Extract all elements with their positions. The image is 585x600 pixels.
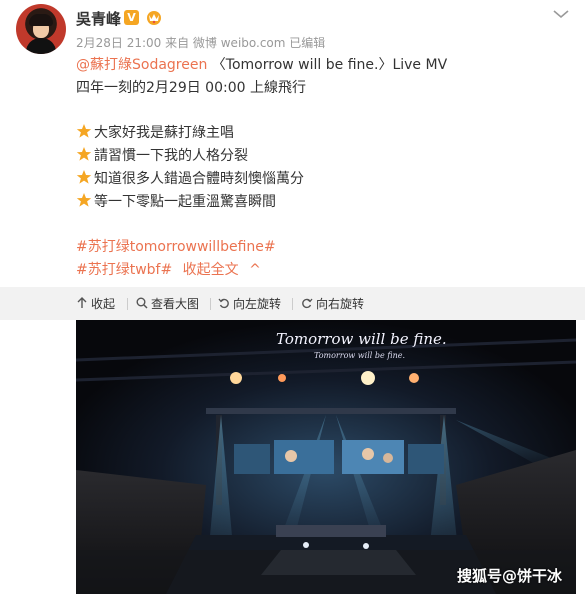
neon-sign-line2: Tomorrow will be fine. (314, 351, 405, 360)
toolbar-divider (292, 298, 293, 310)
hashtag-link[interactable]: #苏打绿tomorrowwillbefine# (76, 239, 276, 255)
rotate-right-label: 向右旋转 (316, 297, 365, 311)
star-icon (76, 193, 92, 207)
collapse-label: 收起 (91, 297, 116, 311)
rotate-left-label: 向左旋转 (233, 297, 282, 311)
star-icon (76, 124, 92, 138)
watermark: 搜狐号@饼干冰 (456, 567, 562, 585)
rotate-left-button[interactable]: 向左旋转 (218, 295, 281, 312)
star-line: 知道很多人錯過合體時刻懊惱萬分 (76, 168, 576, 191)
title-text: 〈Tomorrow will be fine.〉Live MV (207, 57, 448, 73)
collapse-button[interactable]: 收起 (76, 295, 115, 312)
star-line-text: 請習慣一下我的人格分裂 (94, 148, 248, 164)
star-line-text: 知道很多人錯過合體時刻懊惱萬分 (94, 171, 304, 187)
collapse-arrow-icon[interactable]: ^ (249, 262, 261, 278)
rotate-right-icon (302, 298, 313, 309)
hashtag-link[interactable]: #苏打绿twbf# (76, 262, 172, 278)
star-icon (76, 147, 92, 161)
star-line: 請習慣一下我的人格分裂 (76, 145, 576, 168)
hashtag-line: #苏打绿tomorrowwillbefine# (76, 236, 576, 259)
mention-link[interactable]: @蘇打綠Sodagreen (76, 57, 207, 73)
toolbar-divider (127, 298, 128, 310)
collapse-icon (77, 297, 87, 308)
toolbar-divider (210, 298, 211, 310)
neon-sign-line1: Tomorrow will be fine. (276, 330, 447, 348)
post-header: 吳青峰 V 2月28日 21:00 来自 微博 weibo.com 已编辑 (0, 0, 585, 58)
title-line: @蘇打綠Sodagreen 〈Tomorrow will be fine.〉Li… (76, 54, 576, 77)
avatar[interactable] (16, 4, 66, 54)
star-line: 大家好我是蘇打綠主唱 (76, 122, 576, 145)
collapse-text-link[interactable]: 收起全文 (183, 262, 239, 278)
concert-photo[interactable]: Tomorrow will be fine. Tomorrow will be … (76, 320, 576, 594)
star-line-text: 大家好我是蘇打綠主唱 (94, 125, 234, 141)
verified-badge-icon: V (124, 10, 139, 25)
concert-scene: Tomorrow will be fine. Tomorrow will be … (76, 320, 576, 594)
hashtag-line: #苏打绿twbf# 收起全文 ^ (76, 259, 576, 282)
release-line: 四年一刻的2月29日 00:00 上線飛行 (76, 80, 306, 96)
post-meta: 2月28日 21:00 来自 微博 weibo.com 已编辑 (76, 36, 326, 50)
rotate-right-button[interactable]: 向右旋转 (301, 295, 364, 312)
rotate-left-icon (218, 298, 229, 309)
star-line-text: 等一下零點一起重溫驚喜瞬間 (94, 194, 276, 210)
post-content: @蘇打綠Sodagreen 〈Tomorrow will be fine.〉Li… (76, 54, 576, 282)
star-line: 等一下零點一起重溫驚喜瞬間 (76, 191, 576, 214)
view-large-label: 查看大图 (151, 297, 200, 311)
magnify-icon (136, 297, 148, 309)
view-large-button[interactable]: 查看大图 (136, 295, 199, 312)
author-name[interactable]: 吳青峰 (76, 8, 121, 29)
crown-icon (147, 11, 161, 25)
chevron-down-icon[interactable] (552, 8, 570, 20)
star-icon (76, 170, 92, 184)
image-toolbar: 收起 查看大图 向左旋转 向右旋转 (0, 287, 585, 320)
